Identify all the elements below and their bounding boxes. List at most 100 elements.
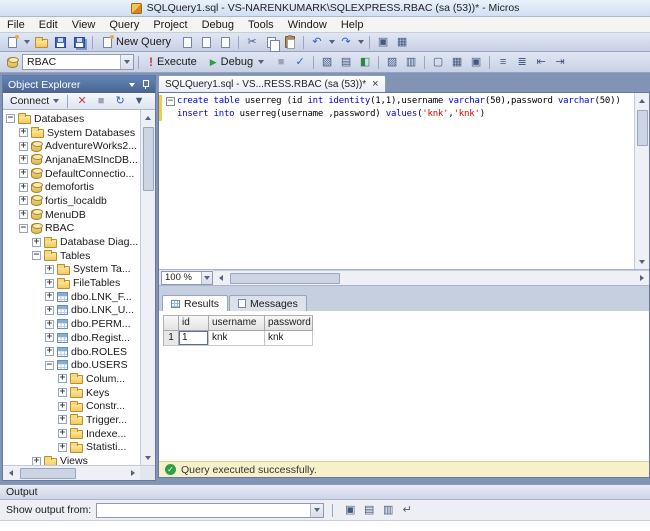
tree-node-filetables[interactable]: +FileTables xyxy=(3,276,140,290)
redo-dropdown-icon[interactable] xyxy=(356,34,365,50)
expand-icon[interactable]: + xyxy=(45,320,54,329)
tree-node-keys[interactable]: +Keys xyxy=(3,386,140,400)
tree-node-indexe[interactable]: +Indexe... xyxy=(3,427,140,441)
menu-tools[interactable]: Tools xyxy=(241,18,281,32)
tree-node-menudb[interactable]: +MenuDB xyxy=(3,208,140,222)
tree-node-rbac[interactable]: −RBAC xyxy=(3,222,140,236)
undo-icon[interactable]: ↶ xyxy=(308,34,326,50)
find-message-icon[interactable]: ▤ xyxy=(360,502,378,518)
tree-node-demofortis[interactable]: +demofortis xyxy=(3,180,140,194)
scroll-right-icon[interactable] xyxy=(634,271,649,286)
debug-button[interactable]: ▶Debug xyxy=(204,54,271,71)
object-explorer-vertical-scrollbar[interactable] xyxy=(140,110,155,465)
column-header-username[interactable]: username xyxy=(209,316,265,331)
output-dropdown-icon[interactable] xyxy=(310,504,323,517)
collapse-icon[interactable]: − xyxy=(6,114,15,123)
expand-icon[interactable]: + xyxy=(45,306,54,315)
expand-icon[interactable]: + xyxy=(19,155,28,164)
tree-node-colum[interactable]: +Colum... xyxy=(3,372,140,386)
expand-icon[interactable]: + xyxy=(19,128,28,137)
expand-icon[interactable]: + xyxy=(19,169,28,178)
collapse-icon[interactable]: − xyxy=(19,224,28,233)
refresh-icon[interactable]: ↻ xyxy=(111,93,129,109)
column-header-id[interactable]: id xyxy=(179,316,209,331)
menu-project[interactable]: Project xyxy=(146,18,194,32)
expand-icon[interactable]: + xyxy=(32,238,41,247)
cell-password[interactable]: knk xyxy=(265,331,313,346)
menu-debug[interactable]: Debug xyxy=(195,18,241,32)
cut-icon[interactable]: ✂ xyxy=(243,34,261,50)
change-connection-icon[interactable] xyxy=(3,54,21,70)
mdx-query-icon[interactable] xyxy=(197,34,215,50)
connect-button[interactable]: Connect xyxy=(7,95,62,107)
expand-icon[interactable]: + xyxy=(58,443,67,452)
scroll-right-icon[interactable] xyxy=(125,466,140,481)
results-to-grid-icon[interactable]: ▦ xyxy=(448,54,466,70)
cell-username[interactable]: knk xyxy=(209,331,265,346)
stop-icon[interactable]: ■ xyxy=(272,54,290,70)
scrollbar-thumb[interactable] xyxy=(143,127,154,191)
scroll-up-icon[interactable] xyxy=(635,93,650,108)
expand-icon[interactable]: + xyxy=(32,457,41,465)
clear-all-icon[interactable]: ▥ xyxy=(379,502,397,518)
save-icon[interactable] xyxy=(51,34,69,50)
include-client-statistics-icon[interactable]: ▥ xyxy=(402,54,420,70)
object-explorer-tree[interactable]: −Databases+System Databases+AdventureWor… xyxy=(3,110,140,465)
stop-icon[interactable]: ■ xyxy=(92,93,110,109)
toggle-word-wrap-icon[interactable]: ↵ xyxy=(398,502,416,518)
display-estimated-plan-icon[interactable]: ▧ xyxy=(318,54,336,70)
code-editor[interactable]: −create table userreg (id int identity(1… xyxy=(159,93,634,269)
zoom-level-select[interactable]: 100 % xyxy=(161,271,213,285)
expand-icon[interactable]: + xyxy=(45,265,54,274)
disconnect-icon[interactable]: ✕ xyxy=(73,93,91,109)
tree-node-databases[interactable]: −Databases xyxy=(3,112,140,126)
tree-node-adventureworks2[interactable]: +AdventureWorks2... xyxy=(3,139,140,153)
tree-node-dbo-perm[interactable]: +dbo.PERM... xyxy=(3,317,140,331)
editor-horizontal-scrollbar[interactable] xyxy=(213,270,649,285)
auto-hide-pin-icon[interactable] xyxy=(141,79,150,90)
tree-node-system-databases[interactable]: +System Databases xyxy=(3,126,140,140)
xmla-query-icon[interactable] xyxy=(216,34,234,50)
expand-icon[interactable]: + xyxy=(19,210,28,219)
database-engine-query-icon[interactable] xyxy=(178,34,196,50)
grid-corner-cell[interactable] xyxy=(164,316,179,331)
scrollbar-thumb[interactable] xyxy=(637,110,648,146)
expand-icon[interactable]: + xyxy=(58,429,67,438)
expand-icon[interactable]: + xyxy=(45,333,54,342)
zoom-dropdown-icon[interactable] xyxy=(201,272,212,284)
scroll-down-icon[interactable] xyxy=(141,450,156,465)
tab-results[interactable]: Results xyxy=(162,295,228,311)
available-databases-combo-dropdown-icon[interactable] xyxy=(120,55,133,69)
scroll-left-icon[interactable] xyxy=(3,466,18,481)
expand-icon[interactable]: + xyxy=(58,415,67,424)
scrollbar-thumb[interactable] xyxy=(20,468,76,479)
undo-dropdown-icon[interactable] xyxy=(327,34,336,50)
tree-node-statisti[interactable]: +Statisti... xyxy=(3,441,140,455)
tree-node-anjanaemsincdb[interactable]: +AnjanaEMSIncDB... xyxy=(3,153,140,167)
expand-icon[interactable]: + xyxy=(58,374,67,383)
activity-monitor-icon[interactable]: ▣ xyxy=(374,34,392,50)
tree-node-fortis-localdb[interactable]: +fortis_localdb xyxy=(3,194,140,208)
paste-icon[interactable] xyxy=(281,34,299,50)
available-databases-combo[interactable]: RBAC xyxy=(22,54,134,70)
execute-button[interactable]: !Execute xyxy=(143,54,203,71)
expand-icon[interactable]: + xyxy=(19,183,28,192)
tree-node-constr[interactable]: +Constr... xyxy=(3,399,140,413)
object-explorer-header[interactable]: Object Explorer xyxy=(3,76,155,93)
expand-icon[interactable]: + xyxy=(45,292,54,301)
document-tab[interactable]: SQLQuery1.sql - VS...RESS.RBAC (sa (53))… xyxy=(158,75,386,92)
query-options-icon[interactable]: ▤ xyxy=(337,54,355,70)
tab-messages[interactable]: Messages xyxy=(229,295,307,311)
comment-lines-icon[interactable]: ≡ xyxy=(494,54,512,70)
collapse-region-icon[interactable]: − xyxy=(166,97,175,106)
expand-icon[interactable]: + xyxy=(19,196,28,205)
tree-node-trigger[interactable]: +Trigger... xyxy=(3,413,140,427)
scroll-up-icon[interactable] xyxy=(141,110,156,125)
tree-node-views[interactable]: +Views xyxy=(3,454,140,465)
results-to-file-icon[interactable]: ▣ xyxy=(467,54,485,70)
expand-icon[interactable]: + xyxy=(45,347,54,356)
expand-icon[interactable]: + xyxy=(58,402,67,411)
find-in-files-icon[interactable]: ▦ xyxy=(393,34,411,50)
tree-node-dbo-roles[interactable]: +dbo.ROLES xyxy=(3,345,140,359)
tree-node-system-ta[interactable]: +System Ta... xyxy=(3,263,140,277)
